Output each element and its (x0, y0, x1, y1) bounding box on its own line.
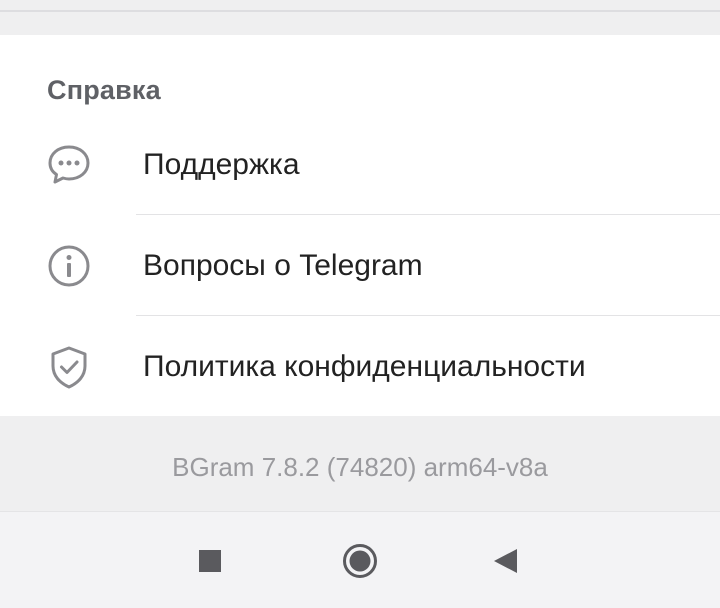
back-button[interactable] (482, 536, 532, 586)
divider (136, 315, 720, 316)
section-header-help: Справка (47, 75, 161, 105)
recents-button[interactable] (185, 536, 235, 586)
menu-item-telegram-faq[interactable]: Вопросы о Telegram (0, 216, 720, 316)
info-icon (46, 243, 92, 289)
system-navigation-bar (0, 511, 720, 608)
triangle-back-icon (494, 549, 517, 573)
menu-item-support-label: Поддержка (143, 148, 300, 181)
circle-icon (343, 544, 377, 578)
square-icon (199, 550, 221, 572)
chat-bubble-icon (46, 142, 92, 188)
shield-check-icon (46, 344, 92, 390)
menu-item-support[interactable]: Поддержка (0, 115, 720, 215)
version-footer: BGram 7.8.2 (74820) arm64-v8a (0, 416, 720, 511)
home-button[interactable] (335, 536, 385, 586)
menu-item-telegram-faq-label: Вопросы о Telegram (143, 249, 423, 282)
menu-item-privacy-policy[interactable]: Политика конфиденциальности (0, 317, 720, 416)
app-version-text: BGram 7.8.2 (74820) arm64-v8a (172, 452, 548, 482)
menu-item-privacy-policy-label: Политика конфиденциальности (143, 350, 586, 383)
top-divider (0, 10, 720, 12)
divider (136, 214, 720, 215)
top-spacer (0, 0, 720, 35)
